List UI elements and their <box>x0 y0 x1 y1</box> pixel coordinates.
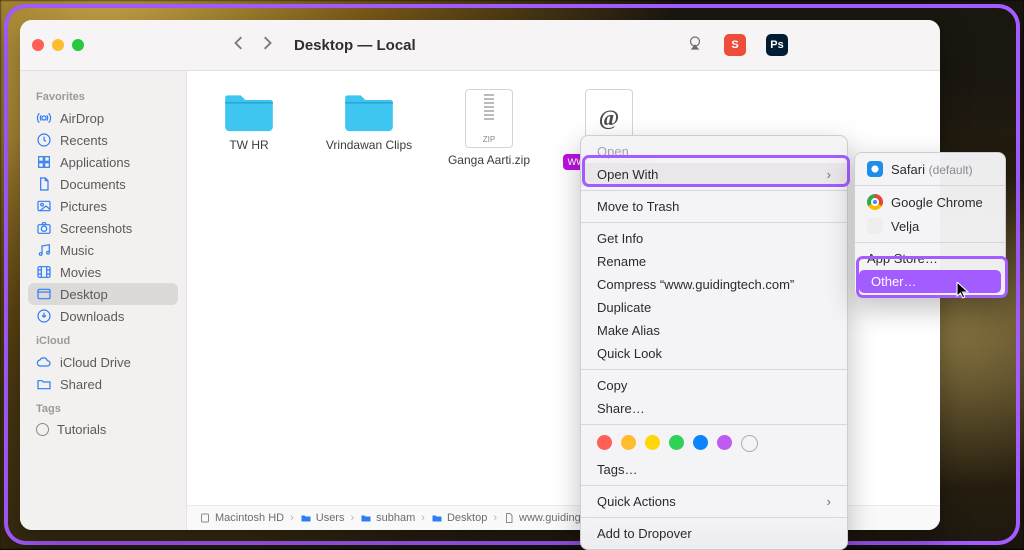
pathbar-item[interactable]: subham <box>360 512 415 524</box>
submenu-item-safari[interactable]: Safari (default) <box>855 157 1005 181</box>
file-item[interactable]: TW HR <box>205 89 293 186</box>
menu-item-open-with[interactable]: Open With› <box>581 163 847 186</box>
sidebar-item-tutorials[interactable]: Tutorials <box>28 419 178 440</box>
sidebar-item-label: Shared <box>60 377 102 392</box>
menu-item-make-alias[interactable]: Make Alias <box>581 319 847 342</box>
submenu-item-velja[interactable]: Velja <box>855 214 1005 238</box>
sidebar-header: iCloud <box>36 335 170 347</box>
sidebar-header: Favorites <box>36 91 170 103</box>
zoom-window[interactable] <box>72 39 84 51</box>
menu-item-quick-actions[interactable]: Quick Actions› <box>581 490 847 513</box>
sidebar-item-applications[interactable]: Applications <box>28 151 178 173</box>
submenu-item-google-chrome[interactable]: Google Chrome <box>855 190 1005 214</box>
pathbar-item[interactable]: Desktop <box>431 512 487 524</box>
file-item[interactable]: Vrindawan Clips <box>325 89 413 186</box>
sidebar-item-label: Downloads <box>60 309 124 324</box>
menu-item-compress-www-guidingtech-com-[interactable]: Compress “www.guidingtech.com” <box>581 273 847 296</box>
sidebar-item-label: iCloud Drive <box>60 355 131 370</box>
window-controls <box>32 39 84 51</box>
submenu-item-other-[interactable]: Other… <box>859 270 1001 293</box>
menu-item-get-info[interactable]: Get Info <box>581 227 847 250</box>
sidebar-item-label: Documents <box>60 177 126 192</box>
menu-item-share-[interactable]: Share… <box>581 397 847 420</box>
file-item[interactable]: ZIPGanga Aarti.zip <box>445 89 533 186</box>
sidebar-item-music[interactable]: Music <box>28 239 178 261</box>
menu-item-move-to-trash[interactable]: Move to Trash <box>581 195 847 218</box>
sidebar-item-documents[interactable]: Documents <box>28 173 178 195</box>
sidebar-item-label: Tutorials <box>57 422 106 437</box>
menu-item-open[interactable]: Open <box>581 140 847 163</box>
app-shortcut-ps[interactable]: Ps <box>766 34 788 56</box>
sidebar-item-desktop[interactable]: Desktop <box>28 283 178 305</box>
window-title: Desktop — Local <box>294 37 416 54</box>
menu-item-quick-look[interactable]: Quick Look <box>581 342 847 365</box>
sidebar-item-label: Music <box>60 243 94 258</box>
menu-item-tags-[interactable]: Tags… <box>581 458 847 481</box>
sidebar-item-movies[interactable]: Movies <box>28 261 178 283</box>
menu-item-add-to-dropover[interactable]: Add to Dropover <box>581 522 847 545</box>
sidebar-header: Tags <box>36 403 170 415</box>
cursor-icon <box>956 282 970 300</box>
close-window[interactable] <box>32 39 44 51</box>
app-shortcut-s[interactable]: S <box>724 34 746 56</box>
menu-item-copy[interactable]: Copy <box>581 374 847 397</box>
sidebar-item-downloads[interactable]: Downloads <box>28 305 178 327</box>
sidebar-item-icloud-drive[interactable]: iCloud Drive <box>28 351 178 373</box>
sidebar-item-screenshots[interactable]: Screenshots <box>28 217 178 239</box>
airplay-icon[interactable] <box>686 34 704 57</box>
sidebar-item-airdrop[interactable]: AirDrop <box>28 107 178 129</box>
forward-button[interactable] <box>260 36 274 55</box>
toolbar: Desktop — Local S Ps <box>20 20 940 71</box>
sidebar-item-label: Screenshots <box>60 221 132 236</box>
minimize-window[interactable] <box>52 39 64 51</box>
pathbar-item[interactable]: Macintosh HD <box>199 512 284 524</box>
sidebar-item-label: Applications <box>60 155 130 170</box>
sidebar-item-pictures[interactable]: Pictures <box>28 195 178 217</box>
tag-colors[interactable] <box>581 429 847 458</box>
menu-item-duplicate[interactable]: Duplicate <box>581 296 847 319</box>
sidebar-item-label: AirDrop <box>60 111 104 126</box>
sidebar-item-label: Pictures <box>60 199 107 214</box>
context-menu: OpenOpen With› Move to Trash Get InfoRenam… <box>580 135 848 550</box>
pathbar-item[interactable]: Users <box>300 512 345 524</box>
back-button[interactable] <box>232 36 246 55</box>
sidebar-item-shared[interactable]: Shared <box>28 373 178 395</box>
menu-item-rename[interactable]: Rename <box>581 250 847 273</box>
sidebar-item-label: Desktop <box>60 287 108 302</box>
sidebar-item-label: Movies <box>60 265 101 280</box>
open-with-submenu: Safari (default) Google ChromeVelja App St… <box>854 152 1006 298</box>
sidebar-item-label: Recents <box>60 133 108 148</box>
sidebar: Favorites AirDrop Recents Applications Docum… <box>20 71 187 530</box>
submenu-item-app-store-[interactable]: App Store… <box>855 247 1005 270</box>
sidebar-item-recents[interactable]: Recents <box>28 129 178 151</box>
